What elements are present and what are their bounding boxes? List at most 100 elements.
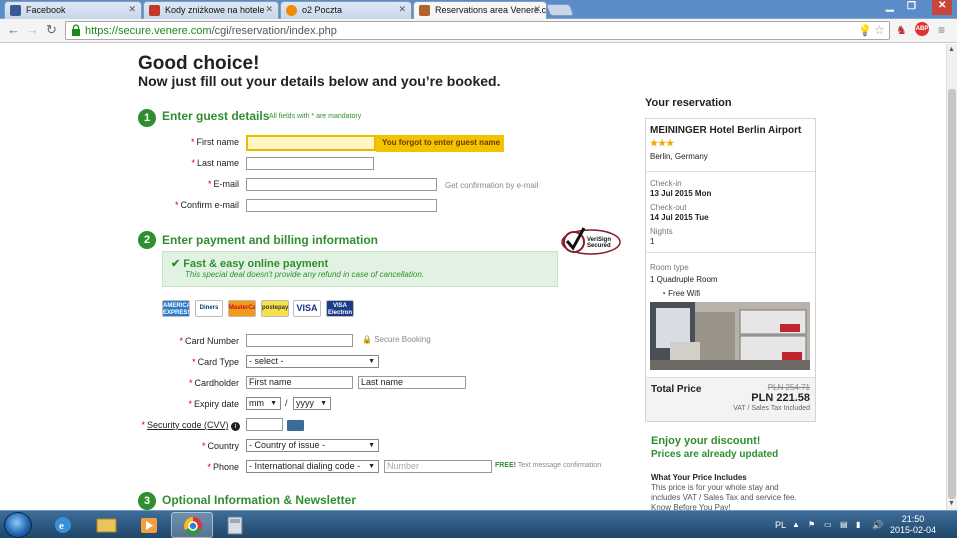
step-1-badge: 1 bbox=[138, 109, 156, 127]
confirm-email-field[interactable] bbox=[246, 199, 437, 212]
phone-number-field[interactable]: Number bbox=[384, 460, 492, 473]
url-text: https://secure.venere.com/cgi/reservatio… bbox=[85, 25, 337, 37]
tab-venere[interactable]: Reservations area Venere.c ✕ bbox=[413, 1, 547, 20]
menu-icon[interactable]: ≡ bbox=[938, 23, 945, 37]
reservation-title: Your reservation bbox=[645, 97, 732, 109]
chrome-icon[interactable] bbox=[171, 512, 213, 538]
cvv-field[interactable] bbox=[246, 418, 283, 431]
window-close-icon[interactable]: ✕ bbox=[932, 0, 953, 15]
last-name-label: * Last name bbox=[191, 158, 239, 168]
start-button[interactable] bbox=[4, 512, 32, 538]
adblock-icon[interactable]: ABP bbox=[915, 22, 929, 36]
verisign-label: VeriSign Secured bbox=[587, 237, 612, 249]
card-number-field[interactable] bbox=[246, 334, 353, 347]
close-icon[interactable]: ✕ bbox=[128, 4, 136, 15]
scroll-down-icon[interactable]: ▼ bbox=[948, 500, 955, 507]
expiry-year-select[interactable]: yyyy ▼ bbox=[293, 397, 331, 410]
card-type-select[interactable]: - select - ▼ bbox=[246, 355, 379, 368]
hotel-name: MEININGER Hotel Berlin Airport ★★★ bbox=[650, 125, 802, 148]
step-2-title: Enter payment and billing information bbox=[162, 233, 379, 247]
postepay-card-icon: postepay bbox=[261, 300, 289, 317]
room-photo[interactable] bbox=[650, 302, 810, 370]
new-tab-button[interactable] bbox=[545, 4, 575, 16]
calculator-icon[interactable] bbox=[214, 512, 256, 538]
cardholder-last-name-field[interactable]: Last name bbox=[358, 376, 466, 389]
room-photo-image bbox=[650, 302, 810, 370]
scroll-up-icon[interactable]: ▲ bbox=[948, 46, 955, 53]
media-player-icon[interactable] bbox=[128, 512, 170, 538]
mastercard-icon: MasterCard bbox=[228, 300, 256, 317]
lightbulb-icon[interactable]: 💡 bbox=[858, 24, 872, 37]
vat-note: VAT / Sales Tax Included bbox=[733, 405, 810, 412]
tab-label: o2 Poczta bbox=[302, 5, 343, 15]
language-indicator[interactable]: PL bbox=[775, 520, 786, 530]
expiry-month-select[interactable]: mm ▼ bbox=[246, 397, 281, 410]
browser-toolbar: ← → ↻ https://secure.venere.com/cgi/rese… bbox=[0, 19, 957, 43]
email-field[interactable] bbox=[246, 178, 437, 191]
monitor-icon[interactable]: ▭ bbox=[824, 520, 832, 529]
close-icon[interactable]: ✕ bbox=[398, 4, 406, 15]
discount-heading: Enjoy your discount! bbox=[651, 435, 761, 447]
discounted-price: PLN 221.58 bbox=[751, 392, 810, 404]
checkout-value: 14 Jul 2015 Tue bbox=[650, 213, 709, 222]
flag-icon[interactable]: ⚑ bbox=[808, 520, 815, 529]
card-type-label: * Card Type bbox=[192, 357, 239, 367]
star-icon[interactable]: ☆ bbox=[874, 23, 885, 37]
tab-facebook[interactable]: Facebook ✕ bbox=[4, 1, 142, 19]
page-title: Good choice! bbox=[138, 53, 260, 74]
guest-name-error: You forgot to enter guest name bbox=[376, 135, 504, 152]
windows-taskbar: e PL ▲ ⚑ ▭ ▤ ▮ 🔊 21:50 2015-02-04 bbox=[0, 510, 957, 538]
payment-info-box: ✔ Fast & easy online payment This specia… bbox=[162, 251, 558, 287]
wifi-feature: ◔ Free Wifi bbox=[661, 289, 701, 298]
volume-icon[interactable]: 🔊 bbox=[872, 520, 883, 531]
forward-icon[interactable]: → bbox=[26, 22, 39, 37]
show-hidden-icons-icon[interactable]: ▲ bbox=[792, 520, 800, 529]
close-icon[interactable]: ✕ bbox=[533, 4, 541, 15]
cvv-card-icon bbox=[287, 420, 304, 431]
step-1-title: Enter guest details bbox=[162, 109, 270, 123]
chevron-down-icon: ▼ bbox=[368, 442, 375, 449]
dialing-code-select[interactable]: - International dialing code - ▼ bbox=[246, 460, 379, 473]
nights-label: Nights bbox=[650, 227, 673, 236]
tag-icon bbox=[149, 5, 160, 16]
chevron-down-icon: ▼ bbox=[270, 400, 277, 407]
expiry-label: * Expiry date bbox=[188, 399, 239, 409]
chevron-down-icon: ▼ bbox=[368, 358, 375, 365]
tab-kody[interactable]: Kody zniżkowe na hotele ✕ bbox=[143, 1, 279, 19]
email-hint: Get confirmation by e-mail bbox=[445, 181, 539, 190]
signal-icon[interactable]: ▮ bbox=[856, 520, 860, 529]
facebook-icon bbox=[10, 5, 21, 16]
internet-explorer-icon[interactable]: e bbox=[42, 512, 84, 538]
guest-first-name-field[interactable] bbox=[246, 135, 376, 151]
network-icon[interactable]: ▤ bbox=[840, 520, 848, 529]
divider bbox=[646, 252, 815, 253]
hotel-location: Berlin, Germany bbox=[650, 152, 708, 161]
file-explorer-icon[interactable] bbox=[85, 512, 127, 538]
close-icon[interactable]: ✕ bbox=[265, 4, 273, 15]
minimize-icon[interactable]: ▁ bbox=[886, 1, 894, 12]
cardholder-label: * Cardholder bbox=[188, 378, 239, 388]
country-select[interactable]: - Country of issue - ▼ bbox=[246, 439, 379, 452]
system-clock[interactable]: 21:50 2015-02-04 bbox=[890, 514, 936, 536]
room-type-label: Room type bbox=[650, 263, 689, 272]
page-subtitle: Now just fill out your details below and… bbox=[138, 73, 501, 89]
tab-o2-poczta[interactable]: o2 Poczta ✕ bbox=[280, 1, 412, 19]
extension-icon[interactable]: ♞ bbox=[896, 23, 907, 37]
scrollbar-thumb[interactable] bbox=[948, 89, 956, 499]
back-icon[interactable]: ← bbox=[7, 22, 20, 37]
reload-icon[interactable]: ↻ bbox=[46, 22, 57, 38]
maximize-icon[interactable]: ❐ bbox=[907, 1, 916, 12]
card-number-label: * Card Number bbox=[179, 336, 239, 346]
wifi-icon: ◔ bbox=[661, 289, 669, 298]
room-value: 1 Quadruple Room bbox=[650, 275, 718, 284]
mandatory-note: All fields with * are mandatory bbox=[269, 113, 362, 120]
visa-electron-card-icon: VISA Electron bbox=[326, 300, 354, 317]
info-icon[interactable]: i bbox=[231, 422, 240, 431]
secure-booking-note: 🔒 Secure Booking bbox=[362, 335, 431, 344]
page-scrollbar[interactable]: ▲ ▼ bbox=[946, 44, 957, 510]
svg-text:e: e bbox=[59, 520, 64, 532]
cardholder-first-name-field[interactable]: First name bbox=[246, 376, 353, 389]
guest-last-name-field[interactable] bbox=[246, 157, 374, 170]
address-bar[interactable]: https://secure.venere.com/cgi/reservatio… bbox=[65, 21, 890, 40]
checkout-label: Check-out bbox=[650, 203, 687, 212]
